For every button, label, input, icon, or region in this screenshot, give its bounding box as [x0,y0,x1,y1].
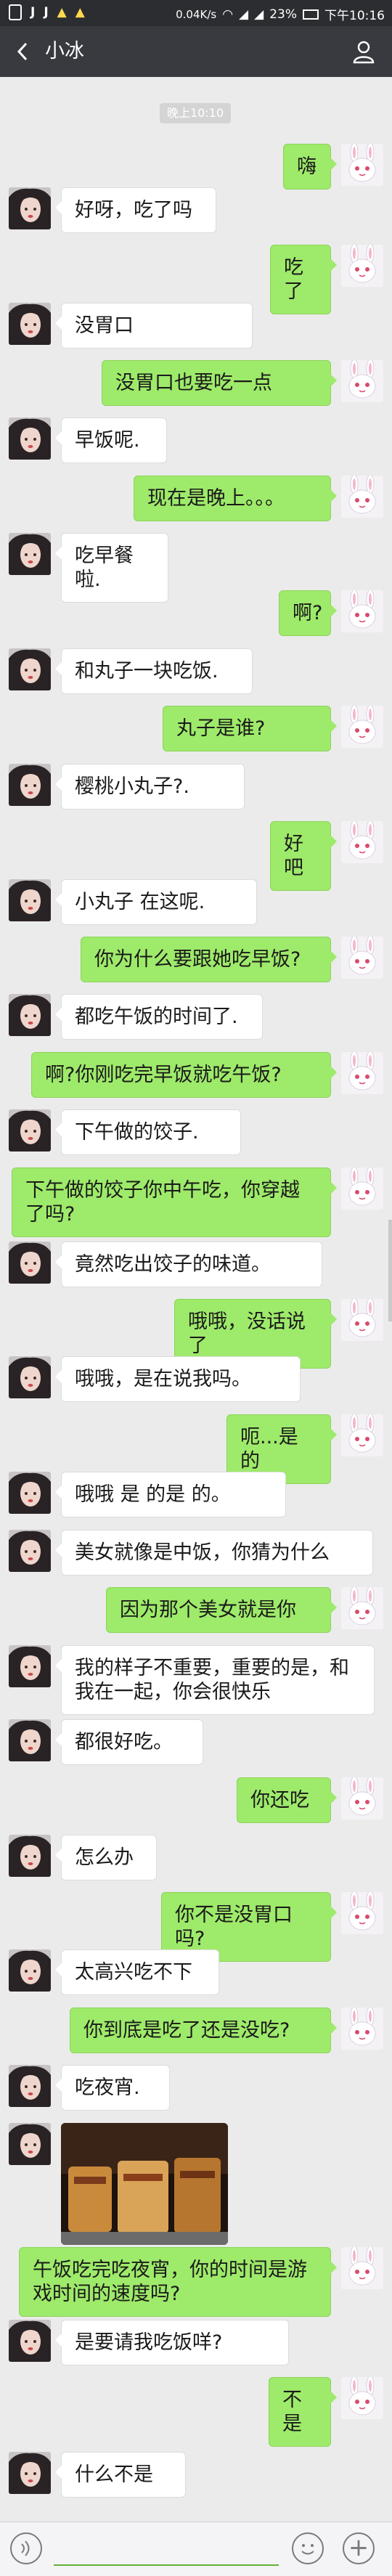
app-j-icon: J [30,5,36,20]
contact-avatar[interactable] [9,648,51,690]
battery-percent: 23% [269,7,297,22]
received-message-bubble[interactable]: 太高兴吃不下 [55,1949,219,1995]
contact-avatar[interactable] [9,303,51,345]
contact-avatar[interactable] [9,1719,51,1761]
battery-saver-icon [9,4,22,20]
user-avatar[interactable] [341,144,383,186]
plus-icon[interactable]: + [343,2532,375,2564]
wifi-icon: ◠ [222,7,234,22]
input-bar: + [0,2522,392,2576]
user-avatar[interactable] [341,937,383,979]
received-message-bubble[interactable]: 什么不是 [55,2452,186,2498]
received-message-bubble[interactable]: 没胃口 [55,303,253,349]
user-avatar[interactable] [341,1892,383,1934]
received-message-bubble[interactable]: 下午做的饺子. [55,1109,241,1155]
contact-avatar[interactable] [9,1109,51,1152]
sent-message-bubble[interactable]: 好吧 [270,821,337,891]
user-avatar[interactable] [341,821,383,863]
contact-avatar[interactable] [9,1242,51,1284]
scrollbar[interactable] [388,1220,392,1321]
signal-icon: ◢ [239,7,249,22]
person-icon[interactable] [351,39,376,64]
contact-avatar[interactable] [9,1949,51,1992]
contact-avatar[interactable] [9,417,51,460]
food-photo[interactable] [61,2123,228,2245]
user-avatar[interactable] [341,1167,383,1210]
received-message-bubble[interactable]: 竟然吃出饺子的味道。 [55,1242,322,1287]
sent-message-bubble[interactable]: 你为什么要跟她吃早饭? [81,937,337,982]
sent-message-bubble[interactable]: 因为那个美女就是你 [106,1587,337,1633]
battery-icon [303,9,319,20]
notification-icon: ▲ [75,5,85,20]
user-avatar[interactable] [341,1414,383,1456]
clock: 下午10:16 [324,9,385,23]
status-bar: J J ▲ ▲ 0.04K/s ◠ ◢ ◢ 23% 下午10:16 [0,0,392,26]
contact-avatar[interactable] [9,187,51,229]
network-speed: 0.04K/s [176,7,217,21]
user-avatar[interactable] [341,1587,383,1629]
user-avatar[interactable] [341,245,383,287]
chat-title: 小冰 [45,40,84,62]
received-message-bubble[interactable]: 哦哦 是 的是 的。 [55,1472,286,1517]
time-badge: 晚上10:10 [160,103,231,123]
sent-message-bubble[interactable]: 啊?你刚吃完早饭就吃午饭? [31,1052,337,1098]
sent-message-bubble[interactable]: 午饭吃完吃夜宵，你的时间是游戏时间的速度吗? [19,2247,337,2317]
contact-avatar[interactable] [9,533,51,575]
contact-avatar[interactable] [9,2065,51,2107]
received-message-bubble[interactable]: 都吃午饭的时间了. [55,994,263,1040]
user-avatar[interactable] [341,2008,383,2050]
received-message-bubble[interactable]: 美女就像是中饭，你猜为什么 [55,1530,373,1576]
received-message-bubble[interactable]: 和丸子一块吃饭. [55,648,253,694]
contact-avatar[interactable] [9,879,51,921]
received-message-bubble[interactable]: 都很好吃。 [55,1719,203,1765]
received-message-bubble[interactable]: 好呀，吃了吗 [55,187,216,233]
contact-avatar[interactable] [9,2320,51,2362]
user-avatar[interactable] [341,2247,383,2289]
app-j-icon: J [44,5,49,20]
sent-message-bubble[interactable]: 现在是晚上。。。 [134,476,337,521]
contact-avatar[interactable] [9,2452,51,2494]
received-message-bubble[interactable]: 樱桃小丸子?. [55,764,245,810]
sent-message-bubble[interactable]: 啊? [279,590,337,636]
user-avatar[interactable] [341,2377,383,2419]
voice-icon[interactable] [10,2532,42,2564]
received-message-bubble[interactable]: 小丸子 在这呢. [55,879,257,925]
contact-avatar[interactable] [9,1645,51,1687]
notification-icon: ▲ [57,5,67,20]
received-message-bubble[interactable]: 吃早餐啦. [55,533,168,603]
sent-message-bubble[interactable]: 丸子是谁? [163,706,337,751]
sent-message-bubble[interactable]: 你还吃 [237,1777,337,1823]
user-avatar[interactable] [341,590,383,632]
user-avatar[interactable] [341,1777,383,1819]
received-message-bubble[interactable]: 吃夜宵. [55,2065,170,2111]
contact-avatar[interactable] [9,1472,51,1514]
back-arrow-icon[interactable] [13,41,33,62]
user-avatar[interactable] [341,360,383,402]
received-message-bubble[interactable]: 我的样子不重要，重要的是，和我在一起，你会很快乐 [55,1645,375,1715]
sent-message-bubble[interactable]: 下午做的饺子你中午吃，你穿越了吗? [12,1167,337,1237]
message-input[interactable] [54,2564,279,2566]
received-message-bubble[interactable]: 哦哦，是在说我吗。 [55,1356,301,1402]
user-avatar[interactable] [341,476,383,518]
contact-avatar[interactable] [9,1835,51,1877]
contact-avatar[interactable] [9,1356,51,1398]
user-avatar[interactable] [341,706,383,748]
sent-message-bubble[interactable]: 吃了 [270,245,337,314]
received-message-bubble[interactable]: 怎么办 [55,1835,157,1880]
title-bar: 小冰 [0,26,392,77]
contact-avatar[interactable] [9,994,51,1036]
sent-message-bubble[interactable]: 不是 [269,2377,337,2447]
signal-icon: ◢ [254,7,264,22]
received-message-bubble[interactable]: 早饭呢. [55,417,167,463]
user-avatar[interactable] [341,1052,383,1094]
received-message-bubble[interactable]: 是要请我吃饭咩? [55,2320,289,2365]
emoji-icon[interactable] [292,2532,324,2564]
contact-avatar[interactable] [9,764,51,806]
user-avatar[interactable] [341,1299,383,1341]
sent-message-bubble[interactable]: 没胃口也要吃一点 [102,360,337,406]
contact-avatar[interactable] [9,1530,51,1572]
sent-message-bubble[interactable]: 你到底是吃了还是没吃? [70,2008,337,2053]
sent-message-bubble[interactable]: 嗨 [283,144,337,189]
contact-avatar[interactable] [9,2123,51,2165]
